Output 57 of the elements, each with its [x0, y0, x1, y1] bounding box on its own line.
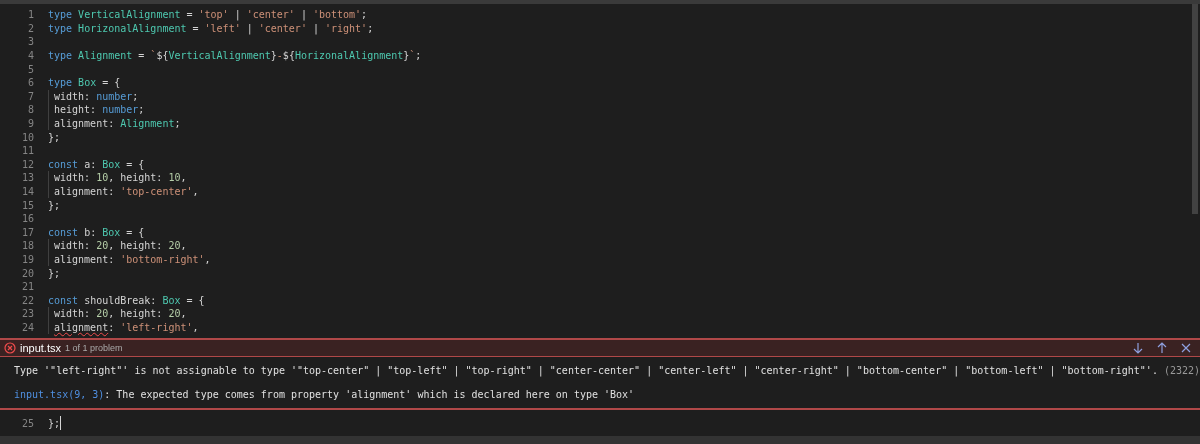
code-line: width: 20, height: 20,: [54, 307, 187, 322]
code-line: alignment: Alignment;: [54, 117, 181, 132]
line-number: 12: [20, 157, 34, 172]
line-number: 15: [20, 198, 34, 213]
line-number: 5: [26, 62, 34, 77]
line-number: 14: [20, 185, 34, 199]
source-link[interactable]: input.tsx(9, 3): [14, 387, 105, 403]
error-icon: [4, 342, 16, 355]
error-message: Type '"left-right"' is not assignable to type '"top-center" | "top-left" | "top-right" | "center-center" | "center-left" | "center-right" | "bottom-center" | "bottom-left" | "bottom-right"'.: [14, 364, 1158, 379]
code-line: const b: Box = {: [48, 225, 145, 240]
line-number: 20: [20, 266, 34, 281]
line-number: 18: [20, 239, 34, 254]
code-line: const shouldBreak: Box = {: [48, 293, 205, 308]
line-number: 8: [26, 103, 34, 118]
code-line: type Alignment = `${VerticalAlignment}-${HorizonalAlignment}`;: [48, 49, 422, 64]
arrow-down-icon[interactable]: [1132, 342, 1144, 355]
code-line: };: [48, 198, 61, 213]
line-number: 4: [26, 49, 34, 64]
line-number: 17: [20, 225, 34, 240]
text-cursor: [60, 416, 62, 431]
problem-count: 1 of 1 problem: [64, 341, 123, 355]
file-name: input.tsx: [20, 341, 61, 356]
line-number: 2: [26, 21, 34, 36]
line-number: 19: [20, 253, 34, 267]
error-code: (2322): [1163, 364, 1200, 379]
line-number: 24: [20, 320, 34, 335]
line-number: 9: [26, 117, 34, 132]
code-line: width: 10, height: 10,: [54, 171, 187, 186]
code-line: alignment: 'left-right',: [54, 320, 199, 335]
scrollbar-thumb[interactable]: [1192, 4, 1198, 214]
code-line: const a: Box = {: [48, 157, 145, 172]
code-line: height: number;: [54, 103, 145, 118]
related-message: : The expected type comes from property 'alignment' which is declared here on type 'Box': [104, 388, 635, 403]
line-number: 7: [26, 89, 34, 104]
close-icon[interactable]: [1180, 342, 1192, 355]
code-line: };: [48, 130, 61, 145]
line-number: 22: [20, 293, 34, 308]
line-number: 3: [26, 35, 34, 50]
line-number: 23: [20, 307, 34, 322]
line-number: 13: [20, 171, 34, 186]
code-line: width: number;: [54, 89, 139, 104]
line-number: 6: [26, 76, 34, 91]
code-line: };: [48, 266, 61, 281]
line-number: 10: [20, 130, 34, 145]
code-line: width: 20, height: 20,: [54, 239, 187, 254]
code-line: type HorizonalAlignment = 'left' | 'center' | 'right';: [48, 21, 374, 36]
line-number: 25: [20, 416, 34, 431]
code-line: type VerticalAlignment = 'top' | 'center' | 'bottom';: [48, 8, 368, 23]
code-line: alignment: 'bottom-right',: [54, 253, 211, 267]
line-number: 21: [20, 280, 34, 295]
line-number: 16: [20, 212, 34, 227]
line-number: 1: [26, 8, 34, 23]
arrow-up-icon[interactable]: [1156, 342, 1168, 355]
code-line: alignment: 'top-center',: [54, 185, 199, 199]
code-line: type Box = {: [48, 76, 121, 91]
code-line: };: [48, 416, 61, 431]
line-number: 11: [20, 144, 34, 159]
